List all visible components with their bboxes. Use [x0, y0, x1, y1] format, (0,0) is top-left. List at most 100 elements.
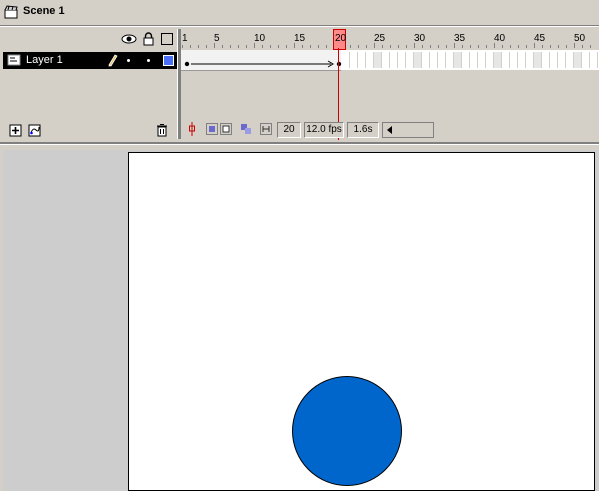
ruler-tick [518, 45, 519, 48]
frame-cell[interactable] [446, 52, 454, 68]
frame-cell[interactable] [438, 52, 446, 68]
frame-cell[interactable] [574, 52, 582, 68]
frame-cell[interactable] [366, 52, 374, 68]
timeline-scrollbar[interactable] [382, 122, 434, 138]
frame-cell[interactable] [454, 52, 462, 68]
ruler-tick [590, 45, 591, 48]
eye-icon[interactable] [121, 32, 137, 46]
frame-cell[interactable] [486, 52, 494, 68]
frame-cell[interactable] [382, 52, 390, 68]
circle-shape[interactable] [292, 376, 402, 486]
ruler-tick [422, 45, 423, 48]
pencil-icon [108, 54, 118, 67]
frame-cell[interactable] [422, 52, 430, 68]
ruler-tick [550, 45, 551, 48]
frame-cell[interactable] [590, 52, 598, 68]
ruler-tick [278, 45, 279, 48]
frame-cell[interactable] [494, 52, 502, 68]
lock-dot[interactable] [147, 59, 150, 62]
ruler-tick [390, 45, 391, 48]
frame-cell[interactable] [430, 52, 438, 68]
outline-icon[interactable] [161, 33, 173, 45]
ruler-tick [366, 45, 367, 48]
ruler-tick [190, 45, 191, 48]
current-frame-readout: 20 [277, 122, 301, 138]
ruler-tick [302, 45, 303, 48]
ruler-tick [542, 45, 543, 48]
center-frame-icon[interactable] [188, 122, 196, 136]
frame-cell[interactable] [502, 52, 510, 68]
frame-cell[interactable] [526, 52, 534, 68]
layer-label[interactable]: Layer 1 [26, 54, 63, 66]
frame-cell[interactable] [582, 52, 590, 68]
ruler-label: 15 [294, 33, 306, 44]
ruler-tick [502, 45, 503, 48]
ruler-tick [406, 45, 407, 48]
frame-cell[interactable] [358, 52, 366, 68]
ruler-tick [446, 45, 447, 48]
ruler-tick [238, 45, 239, 48]
onion-skin-icon[interactable] [206, 123, 218, 135]
ruler-tick [398, 45, 399, 48]
trash-icon[interactable] [156, 123, 168, 137]
ruler-label: 1 [182, 33, 188, 44]
onion-skin-outlines-icon[interactable] [220, 123, 232, 135]
ruler-label: 50 [574, 33, 586, 44]
ruler-tick [430, 45, 431, 48]
start-keyframe[interactable] [184, 61, 190, 67]
divider [0, 26, 599, 27]
ruler-tick [382, 45, 383, 48]
ruler-tick [470, 45, 471, 48]
ruler-tick [222, 45, 223, 48]
ruler-label: 10 [254, 33, 266, 44]
outline-color-swatch[interactable] [163, 55, 174, 66]
modify-onion-markers-icon[interactable] [260, 123, 272, 135]
ruler-tick [230, 45, 231, 48]
ruler-tick [462, 45, 463, 48]
ruler-tick [262, 45, 263, 48]
frame-rate-readout[interactable]: 12.0 fps [304, 122, 344, 138]
ruler-tick [582, 45, 583, 48]
frame-cell[interactable] [374, 52, 382, 68]
add-guide-layer-icon[interactable] [28, 123, 42, 137]
scene-bar [0, 0, 599, 24]
ruler-tick [350, 45, 351, 48]
clapperboard-icon[interactable] [4, 5, 18, 19]
frame-cell[interactable] [462, 52, 470, 68]
frame-cell[interactable] [534, 52, 542, 68]
layer-icon [7, 54, 21, 66]
lock-icon[interactable] [143, 32, 154, 46]
ruler-tick [566, 45, 567, 48]
ruler-label: 25 [374, 33, 386, 44]
frame-cell[interactable] [518, 52, 526, 68]
ruler-label: 5 [214, 33, 220, 44]
edit-multiple-frames-icon[interactable] [240, 123, 252, 135]
frame-cell[interactable] [406, 52, 414, 68]
frame-cell[interactable] [470, 52, 478, 68]
frame-cell[interactable] [566, 52, 574, 68]
elapsed-time-readout: 1.6s [347, 122, 379, 138]
ruler-tick [438, 45, 439, 48]
frame-cell[interactable] [398, 52, 406, 68]
frame-cell[interactable] [542, 52, 550, 68]
ruler-label: 45 [534, 33, 546, 44]
scroll-left-icon[interactable] [384, 124, 396, 136]
frame-cell[interactable] [390, 52, 398, 68]
frame-cell[interactable] [414, 52, 422, 68]
ruler-tick [326, 45, 327, 48]
ruler-tick [558, 45, 559, 48]
ruler-tick [358, 45, 359, 48]
frame-cell[interactable] [510, 52, 518, 68]
ruler-tick [318, 45, 319, 48]
ruler-tick [270, 45, 271, 48]
visibility-dot[interactable] [127, 59, 130, 62]
frame-cell[interactable] [550, 52, 558, 68]
frame-cell[interactable] [558, 52, 566, 68]
ruler-tick [510, 45, 511, 48]
ruler-tick [286, 45, 287, 48]
ruler-tick [198, 45, 199, 48]
add-layer-icon[interactable] [9, 123, 23, 137]
ruler-label: 30 [414, 33, 426, 44]
frame-cell[interactable] [478, 52, 486, 68]
frame-cell[interactable] [350, 52, 358, 68]
